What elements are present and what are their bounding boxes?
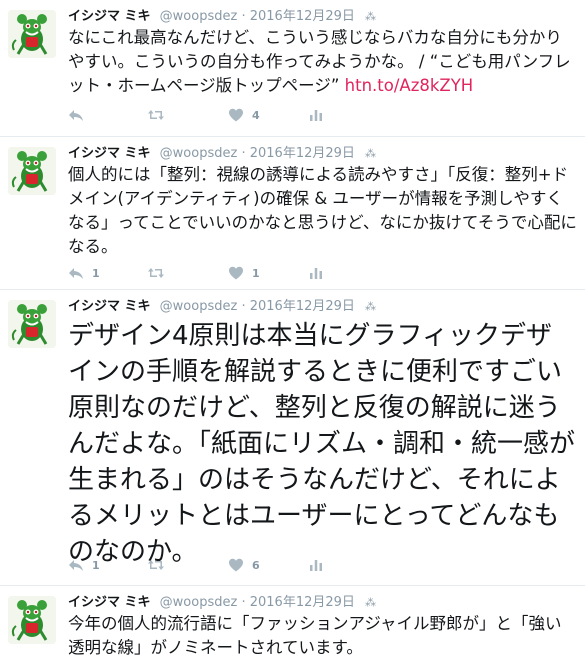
timestamp[interactable]: 2016年12月29日: [250, 299, 355, 314]
tweet-text: デザイン4原則は本当にグラフィックデザインの手順を解説するときに便利ですごい原則…: [68, 321, 576, 567]
like-icon: [228, 265, 244, 281]
reply-button[interactable]: 1: [68, 557, 148, 573]
like-button[interactable]: 6: [228, 557, 308, 573]
reply-icon: [68, 557, 84, 573]
like-button[interactable]: 1: [228, 265, 308, 281]
separator: ·: [241, 595, 246, 610]
tweet-link[interactable]: htn.to/Az8kZYH: [345, 76, 474, 95]
retweet-button[interactable]: [148, 265, 228, 281]
tweet-actions: 4: [68, 105, 388, 125]
avatar[interactable]: [8, 300, 56, 348]
display-name[interactable]: イシジマ ミキ: [68, 9, 151, 24]
reply-button[interactable]: 1: [68, 265, 148, 281]
analytics-button[interactable]: [308, 107, 388, 123]
tweet-header: イシジマ ミキ @woopsdez · 2016年12月29日 ⁂: [68, 593, 376, 613]
timestamp[interactable]: 2016年12月29日: [250, 595, 355, 610]
tweet-text-content: なにこれ最高なんだけど、こういう感じならバカな自分にも分かりやすい。こういうの自…: [68, 28, 571, 95]
retweet-icon: [148, 265, 164, 281]
pin-icon: ⁂: [365, 300, 377, 313]
retweet-icon: [148, 107, 164, 123]
avatar[interactable]: [8, 147, 56, 195]
reply-count: 1: [92, 558, 100, 572]
like-count: 6: [252, 558, 260, 572]
tweet[interactable]: イシジマ ミキ @woopsdez · 2016年12月29日 ⁂ 個人的には「…: [0, 137, 585, 290]
analytics-icon: [308, 557, 324, 573]
like-icon: [228, 557, 244, 573]
handle[interactable]: @woopsdez: [160, 9, 238, 24]
tweet-text: 個人的には「整列：視線の誘導による読みやすさ」「反復：整列+ドメイン(アイデンテ…: [68, 165, 577, 256]
analytics-icon: [308, 265, 324, 281]
handle[interactable]: @woopsdez: [160, 299, 238, 314]
retweet-button[interactable]: [148, 557, 228, 573]
tweet[interactable]: イシジマ ミキ @woopsdez · 2016年12月29日 ⁂ デザイン4原…: [0, 290, 585, 586]
separator: ·: [241, 146, 246, 161]
tweet-text: 今年の個人的流行語に「ファッションアジャイル野郎が」と「強い透明な線」がノミネー…: [68, 614, 562, 657]
tweet[interactable]: イシジマ ミキ @woopsdez · 2016年12月29日 ⁂ なにこれ最高…: [0, 0, 585, 137]
pin-icon: ⁂: [365, 10, 377, 23]
display-name[interactable]: イシジマ ミキ: [68, 299, 151, 314]
tweet-actions: 1 6: [68, 555, 388, 575]
display-name[interactable]: イシジマ ミキ: [68, 595, 151, 610]
retweet-icon: [148, 557, 164, 573]
pin-icon: ⁂: [365, 596, 377, 609]
like-button[interactable]: 4: [228, 107, 308, 123]
tweet-header: イシジマ ミキ @woopsdez · 2016年12月29日 ⁂: [68, 144, 376, 164]
like-count: 4: [252, 108, 260, 122]
separator: ·: [241, 299, 246, 314]
handle[interactable]: @woopsdez: [160, 146, 238, 161]
tweet-actions: 1 1: [68, 263, 388, 283]
tweet[interactable]: イシジマ ミキ @woopsdez · 2016年12月29日 ⁂ 今年の個人的…: [0, 586, 585, 661]
like-count: 1: [252, 266, 260, 280]
timestamp[interactable]: 2016年12月29日: [250, 146, 355, 161]
reply-count: 1: [92, 266, 100, 280]
separator: ·: [241, 9, 246, 24]
avatar[interactable]: [8, 10, 56, 58]
reply-icon: [68, 107, 84, 123]
handle[interactable]: @woopsdez: [160, 595, 238, 610]
analytics-icon: [308, 107, 324, 123]
pin-icon: ⁂: [365, 147, 377, 160]
reply-button[interactable]: [68, 107, 148, 123]
display-name[interactable]: イシジマ ミキ: [68, 146, 151, 161]
analytics-button[interactable]: [308, 557, 388, 573]
tweet-text: なにこれ最高なんだけど、こういう感じならバカな自分にも分かりやすい。こういうの自…: [68, 26, 577, 98]
like-icon: [228, 107, 244, 123]
retweet-button[interactable]: [148, 107, 228, 123]
tweet-header: イシジマ ミキ @woopsdez · 2016年12月29日 ⁂: [68, 7, 376, 27]
reply-icon: [68, 265, 84, 281]
analytics-button[interactable]: [308, 265, 388, 281]
timestamp[interactable]: 2016年12月29日: [250, 9, 355, 24]
avatar[interactable]: [8, 596, 56, 644]
tweet-header: イシジマ ミキ @woopsdez · 2016年12月29日 ⁂: [68, 297, 376, 317]
